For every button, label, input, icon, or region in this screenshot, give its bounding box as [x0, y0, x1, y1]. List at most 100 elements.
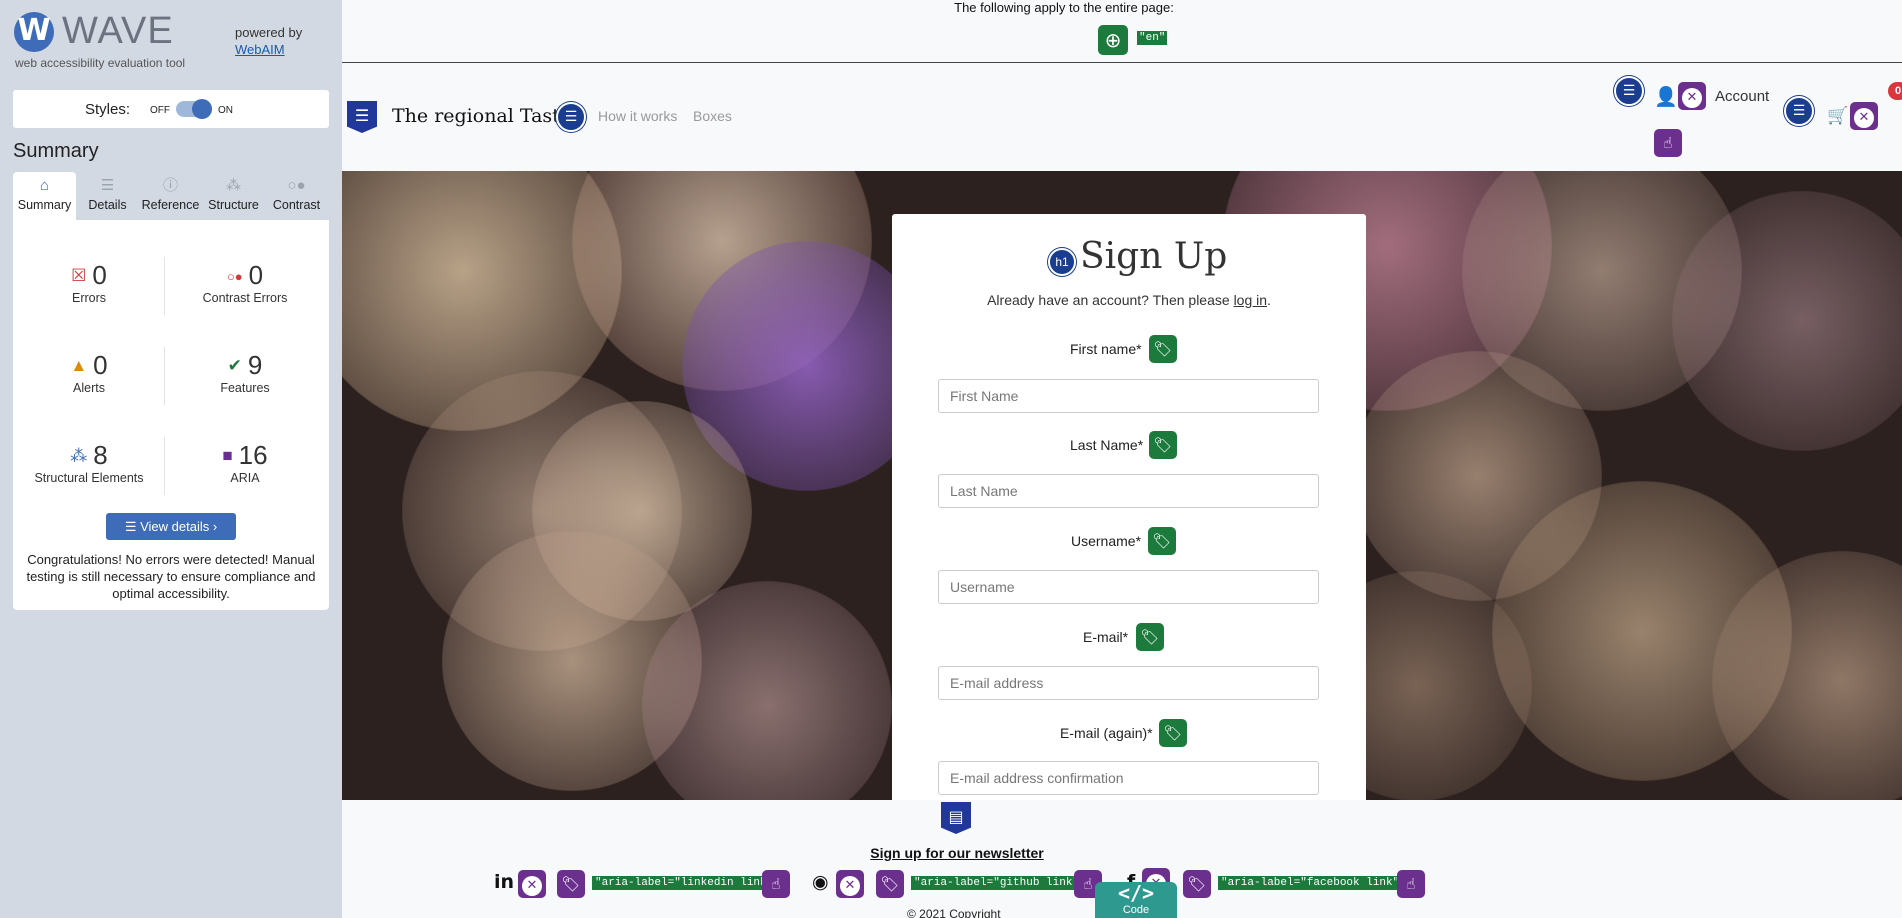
tab-reference[interactable]: ⓘ Reference	[139, 172, 202, 220]
styles-toggle-knob[interactable]	[192, 99, 212, 119]
aria-hidden-icon[interactable]: ✕	[1850, 102, 1878, 130]
cart-list-icon[interactable]: ☰	[1784, 96, 1814, 126]
styles-label: Styles:	[85, 101, 131, 118]
account-list-icon[interactable]: ☰	[1614, 76, 1644, 106]
stat-errors[interactable]: ☒ 0 Errors	[17, 260, 161, 305]
aria-label-icon[interactable]: 🏷	[876, 870, 904, 898]
webaim-link[interactable]: WebAIM	[235, 42, 285, 57]
aria-label-icon[interactable]: 🏷	[557, 870, 585, 898]
aria-label-text: "aria-label="github link""	[911, 876, 1089, 890]
person-icon[interactable]: 👤	[1654, 85, 1678, 108]
aria-touch-icon[interactable]: ☝	[1654, 129, 1682, 157]
aria-count: 16	[238, 440, 268, 470]
aria-hidden-icon[interactable]: ✕	[1678, 82, 1706, 110]
wave-header: W WAVE web accessibility evaluation tool…	[0, 0, 342, 78]
list-icon: ☰	[124, 519, 141, 534]
features-label: Features	[220, 381, 270, 395]
language-icon[interactable]: ⊕	[1098, 25, 1128, 55]
subtitle-suffix: .	[1267, 292, 1271, 308]
styles-toggle-box: Styles: OFF ON	[13, 90, 329, 128]
divider	[342, 62, 1902, 63]
tag-icon[interactable]: 🏷	[1159, 719, 1187, 747]
subtitle-text: Already have an account? Then please	[987, 292, 1234, 308]
aria-touch-icon[interactable]: ☝	[1397, 870, 1425, 898]
view-details-button[interactable]: ☰ View details ›	[106, 513, 236, 540]
tab-contrast[interactable]: ○● Contrast	[265, 172, 328, 220]
structure-icon: ⁂	[70, 446, 88, 465]
structure-icon: ⁂	[226, 177, 241, 194]
first-name-input[interactable]: First Name	[938, 379, 1319, 413]
email-input[interactable]: E-mail address	[938, 666, 1319, 700]
summary-title: Summary	[13, 140, 99, 162]
aria-hidden-icon[interactable]: ✕	[836, 870, 864, 898]
stat-features[interactable]: ✔ 9 Features	[173, 350, 317, 395]
wave-tagline: web accessibility evaluation tool	[15, 56, 186, 70]
header-landmark-icon[interactable]: ☰	[347, 101, 377, 133]
first-name-label: First name*	[1070, 341, 1142, 357]
code-icon: </>	[1117, 881, 1155, 905]
aria-touch-icon[interactable]: ☝	[762, 870, 790, 898]
stat-aria[interactable]: ■ 16 ARIA	[173, 440, 317, 485]
username-input[interactable]: Username	[938, 570, 1319, 604]
stat-alerts[interactable]: ▲ 0 Alerts	[17, 350, 161, 395]
code-toggle-button[interactable]: </> Code	[1095, 882, 1177, 918]
tab-details[interactable]: ☰ Details	[76, 172, 139, 220]
h1-icon[interactable]: h1	[1048, 248, 1076, 276]
page-preview: The following apply to the entire page: …	[342, 0, 1902, 918]
github-icon[interactable]: ◉	[812, 871, 829, 893]
tag-icon[interactable]: 🏷	[1148, 527, 1176, 555]
aria-label: ARIA	[230, 471, 260, 485]
footer-landmark-icon[interactable]: ▤	[941, 802, 971, 834]
aria-icon: ■	[222, 446, 233, 465]
aria-label-icon[interactable]: 🏷	[1183, 870, 1211, 898]
error-icon: ☒	[71, 266, 87, 285]
tab-label: Summary	[17, 198, 72, 212]
newsletter-link[interactable]: Sign up for our newsletter	[342, 845, 1572, 861]
errors-count: 0	[92, 260, 107, 290]
login-link[interactable]: log in	[1234, 292, 1267, 308]
linkedin-icon[interactable]: in	[494, 871, 514, 893]
wave-logo-icon: W	[14, 12, 54, 52]
structural-label: Structural Elements	[34, 471, 144, 485]
nav-how-it-works[interactable]: How it works	[598, 108, 677, 124]
cart-icon[interactable]: 🛒	[1827, 106, 1848, 126]
brand-name[interactable]: The regional Taste	[392, 105, 571, 127]
nav-list-icon[interactable]: ☰	[556, 102, 586, 132]
tag-icon[interactable]: 🏷	[1136, 623, 1164, 651]
congrats-message: Congratulations! No errors were detected…	[26, 552, 316, 601]
stat-contrast-errors[interactable]: ○● 0 Contrast Errors	[173, 260, 317, 305]
tab-label: Reference	[141, 198, 200, 212]
aria-label-text: "aria-label="facebook link""	[1218, 876, 1409, 890]
tag-icon[interactable]: 🏷	[1149, 431, 1177, 459]
copyright: © 2021 Copyright	[907, 907, 1001, 918]
powered-by: powered by	[235, 25, 303, 40]
tag-icon[interactable]: 🏷	[1149, 335, 1177, 363]
email-confirm-input[interactable]: E-mail address confirmation	[938, 761, 1319, 795]
divider	[164, 347, 165, 405]
tab-label: Structure	[208, 198, 259, 212]
last-name-label: Last Name*	[1070, 437, 1144, 453]
alerts-count: 0	[93, 350, 108, 380]
home-icon: ⌂	[39, 177, 50, 194]
aria-hidden-icon[interactable]: ✕	[518, 870, 546, 898]
styles-off-label: OFF	[150, 105, 170, 116]
tab-label: Details	[88, 198, 127, 212]
contrast-icon: ○●	[287, 177, 306, 194]
divider	[164, 257, 165, 315]
contrast-error-icon: ○●	[226, 269, 243, 284]
styles-on-label: ON	[218, 105, 233, 116]
nav-boxes[interactable]: Boxes	[693, 108, 732, 124]
last-name-input[interactable]: Last Name	[938, 474, 1319, 508]
stat-structural[interactable]: ⁂ 8 Structural Elements	[17, 440, 161, 485]
code-label: Code	[1122, 904, 1150, 916]
wave-tabs: ⌂ Summary ☰ Details ⓘ Reference ⁂ Struct…	[13, 172, 329, 220]
view-details-label: View details ›	[140, 519, 218, 534]
signup-card: h1 Sign Up Already have an account? Then…	[892, 214, 1366, 800]
tab-summary[interactable]: ⌂ Summary	[13, 172, 76, 220]
alerts-label: Alerts	[73, 381, 105, 395]
account-link[interactable]: Account	[1715, 88, 1769, 105]
tab-structure[interactable]: ⁂ Structure	[202, 172, 265, 220]
email-label: E-mail*	[1083, 629, 1129, 645]
list-icon: ☰	[100, 177, 115, 194]
signup-title: Sign Up	[1080, 236, 1228, 277]
